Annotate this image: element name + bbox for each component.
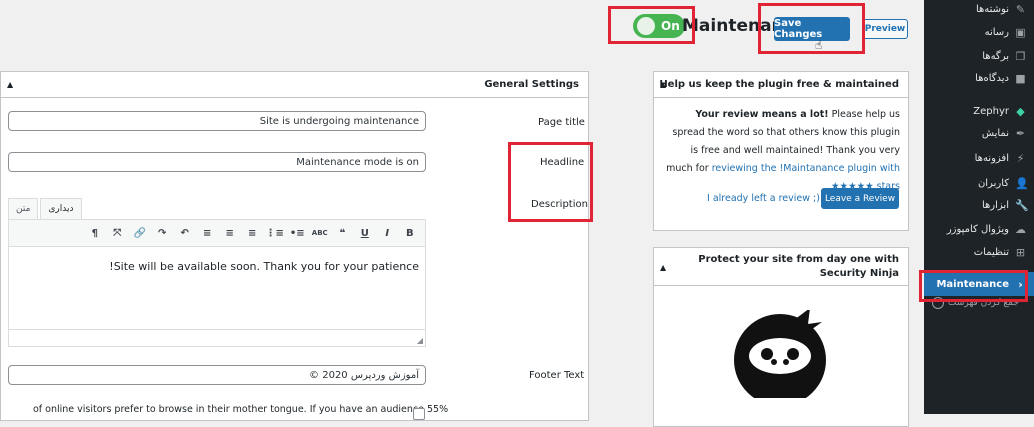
collapse-triangle-icon[interactable]: ▲ bbox=[660, 261, 666, 275]
pin-icon: ✎ bbox=[1015, 2, 1026, 16]
preview-button[interactable]: Preview bbox=[862, 19, 908, 39]
sidebar-item-label: دیدگاه‌ها bbox=[975, 72, 1009, 84]
brush-icon: ✒ bbox=[1015, 126, 1026, 140]
footer-text-input[interactable]: © آموزش وردپرس 2020 bbox=[8, 365, 426, 385]
sidebar-item-label: برگه‌ها bbox=[982, 50, 1009, 62]
leave-review-button[interactable]: Leave a Review bbox=[821, 188, 899, 209]
sidebar-item-label: نوشته‌ها bbox=[975, 3, 1009, 15]
align-left-icon[interactable]: ≡ bbox=[241, 228, 264, 239]
tab-text[interactable]: متن bbox=[8, 198, 39, 219]
page-title-input[interactable]: Site is undergoing maintenance bbox=[8, 111, 426, 131]
sidebar-item-label: Zephyr bbox=[973, 105, 1009, 117]
link-icon[interactable]: 🔗 bbox=[129, 228, 152, 239]
page-title-value: Site is undergoing maintenance bbox=[259, 115, 419, 127]
sidebar-item-label: تنظیمات bbox=[973, 246, 1009, 258]
editor-toolbar: ¶ ⤧ 🔗 ↷ ↶ ≡ ≡ ≡ ⋮≡ •≡ ABC ❝ U I B bbox=[9, 220, 425, 247]
settings-icon: ⊞ bbox=[1015, 245, 1026, 259]
review-header[interactable]: ▲ Help us keep the plugin free & maintai… bbox=[654, 72, 908, 98]
underline-icon[interactable]: U bbox=[354, 228, 377, 239]
strikethrough-icon[interactable]: ABC bbox=[309, 229, 332, 237]
review-paragraph: Your review means a lot! Please help us … bbox=[664, 106, 900, 196]
resize-handle-icon[interactable]: ◢ bbox=[417, 336, 423, 345]
bottom-hint-text: of online visitors prefer to browse in t… bbox=[33, 404, 449, 415]
footer-text-value: © آموزش وردپرس 2020 bbox=[309, 369, 419, 381]
fullscreen-icon[interactable]: ⤧ bbox=[106, 228, 129, 239]
media-icon: ▣ bbox=[1015, 25, 1026, 39]
collapse-triangle-icon[interactable]: ▲ bbox=[660, 80, 666, 89]
blockquote-icon[interactable]: ❝ bbox=[331, 228, 354, 239]
user-icon: 👤 bbox=[1015, 176, 1029, 190]
gem-icon: ◆ bbox=[1016, 104, 1025, 118]
numbered-list-icon[interactable]: ⋮≡ bbox=[264, 228, 287, 239]
language-checkbox[interactable] bbox=[413, 408, 425, 420]
description-editor[interactable]: ¶ ⤧ 🔗 ↷ ↶ ≡ ≡ ≡ ⋮≡ •≡ ABC ❝ U I B !Site … bbox=[8, 219, 426, 347]
admin-sidebar: نوشته‌ها ✎ رسانه ▣ برگه‌ها ❐ دیدگاه‌ها ■ Zep… bbox=[924, 0, 1034, 414]
annotation-box-fields bbox=[508, 142, 593, 222]
redo-icon[interactable]: ↷ bbox=[151, 228, 174, 239]
editor-statusbar: ◢ bbox=[9, 329, 425, 346]
editor-tabs: متن دیداری bbox=[8, 198, 82, 219]
sidebar-item-label: ویژوال کامپوزر bbox=[946, 223, 1009, 235]
already-reviewed-link[interactable]: I already left a review ;) bbox=[707, 193, 820, 204]
footer-text-label: Footer Text bbox=[529, 370, 585, 381]
general-settings-header[interactable]: ▲ General Settings bbox=[1, 72, 588, 98]
align-center-icon[interactable]: ≡ bbox=[219, 228, 242, 239]
bullet-list-icon[interactable]: •≡ bbox=[286, 228, 309, 239]
sidebar-item-media[interactable]: رسانه ▣ bbox=[924, 19, 1034, 45]
sidebar-item-label: نمایش bbox=[981, 127, 1009, 139]
sidebar-item-label: ابزارها bbox=[981, 199, 1009, 211]
sidebar-item-label: کاربران bbox=[977, 177, 1009, 189]
security-title: Protect your site from day one with Secu… bbox=[698, 253, 899, 279]
italic-icon[interactable]: I bbox=[376, 228, 399, 239]
security-header[interactable]: ▲ Protect your site from day one with Se… bbox=[654, 248, 908, 286]
headline-input[interactable]: Maintenance mode is on bbox=[8, 152, 426, 172]
cloud-icon: ☁ bbox=[1015, 222, 1026, 236]
ninja-logo-icon bbox=[734, 310, 826, 398]
plugin-icon: ⚡ bbox=[1016, 151, 1025, 165]
pages-icon: ❐ bbox=[1015, 49, 1026, 63]
collapse-triangle-icon[interactable]: ▲ bbox=[7, 80, 13, 89]
sidebar-item-label: رسانه bbox=[984, 26, 1009, 38]
review-bold: Your review means a lot! bbox=[695, 109, 829, 120]
review-title: Help us keep the plugin free & maintaine… bbox=[659, 79, 899, 90]
paragraph-icon[interactable]: ¶ bbox=[84, 228, 107, 239]
sidebar-item-label: افزونه‌ها bbox=[974, 152, 1009, 164]
undo-icon[interactable]: ↶ bbox=[174, 228, 197, 239]
tab-visual[interactable]: دیداری bbox=[40, 198, 82, 219]
sidebar-item-tools[interactable]: ابزارها 🔧 bbox=[924, 192, 1034, 218]
annotation-box-save bbox=[758, 3, 865, 54]
annotation-box-maintenance bbox=[919, 270, 1028, 302]
editor-content[interactable]: !Site will be available soon. Thank you … bbox=[109, 260, 419, 273]
sidebar-item-comments[interactable]: دیدگاه‌ها ■ bbox=[924, 65, 1034, 91]
bold-icon[interactable]: B bbox=[399, 228, 422, 239]
page-title-label: Page title bbox=[538, 117, 585, 128]
comments-icon: ■ bbox=[1015, 71, 1026, 85]
sidebar-item-appearance[interactable]: نمایش ✒ bbox=[924, 120, 1034, 146]
sidebar-item-plugins[interactable]: افزونه‌ها ⚡ bbox=[924, 145, 1034, 171]
align-right-icon[interactable]: ≡ bbox=[196, 228, 219, 239]
annotation-box-toggle bbox=[608, 6, 695, 44]
general-settings-title: General Settings bbox=[484, 79, 579, 90]
headline-value: Maintenance mode is on bbox=[296, 156, 419, 168]
sidebar-item-settings[interactable]: تنظیمات ⊞ bbox=[924, 239, 1034, 265]
wrench-icon: 🔧 bbox=[1015, 198, 1029, 212]
